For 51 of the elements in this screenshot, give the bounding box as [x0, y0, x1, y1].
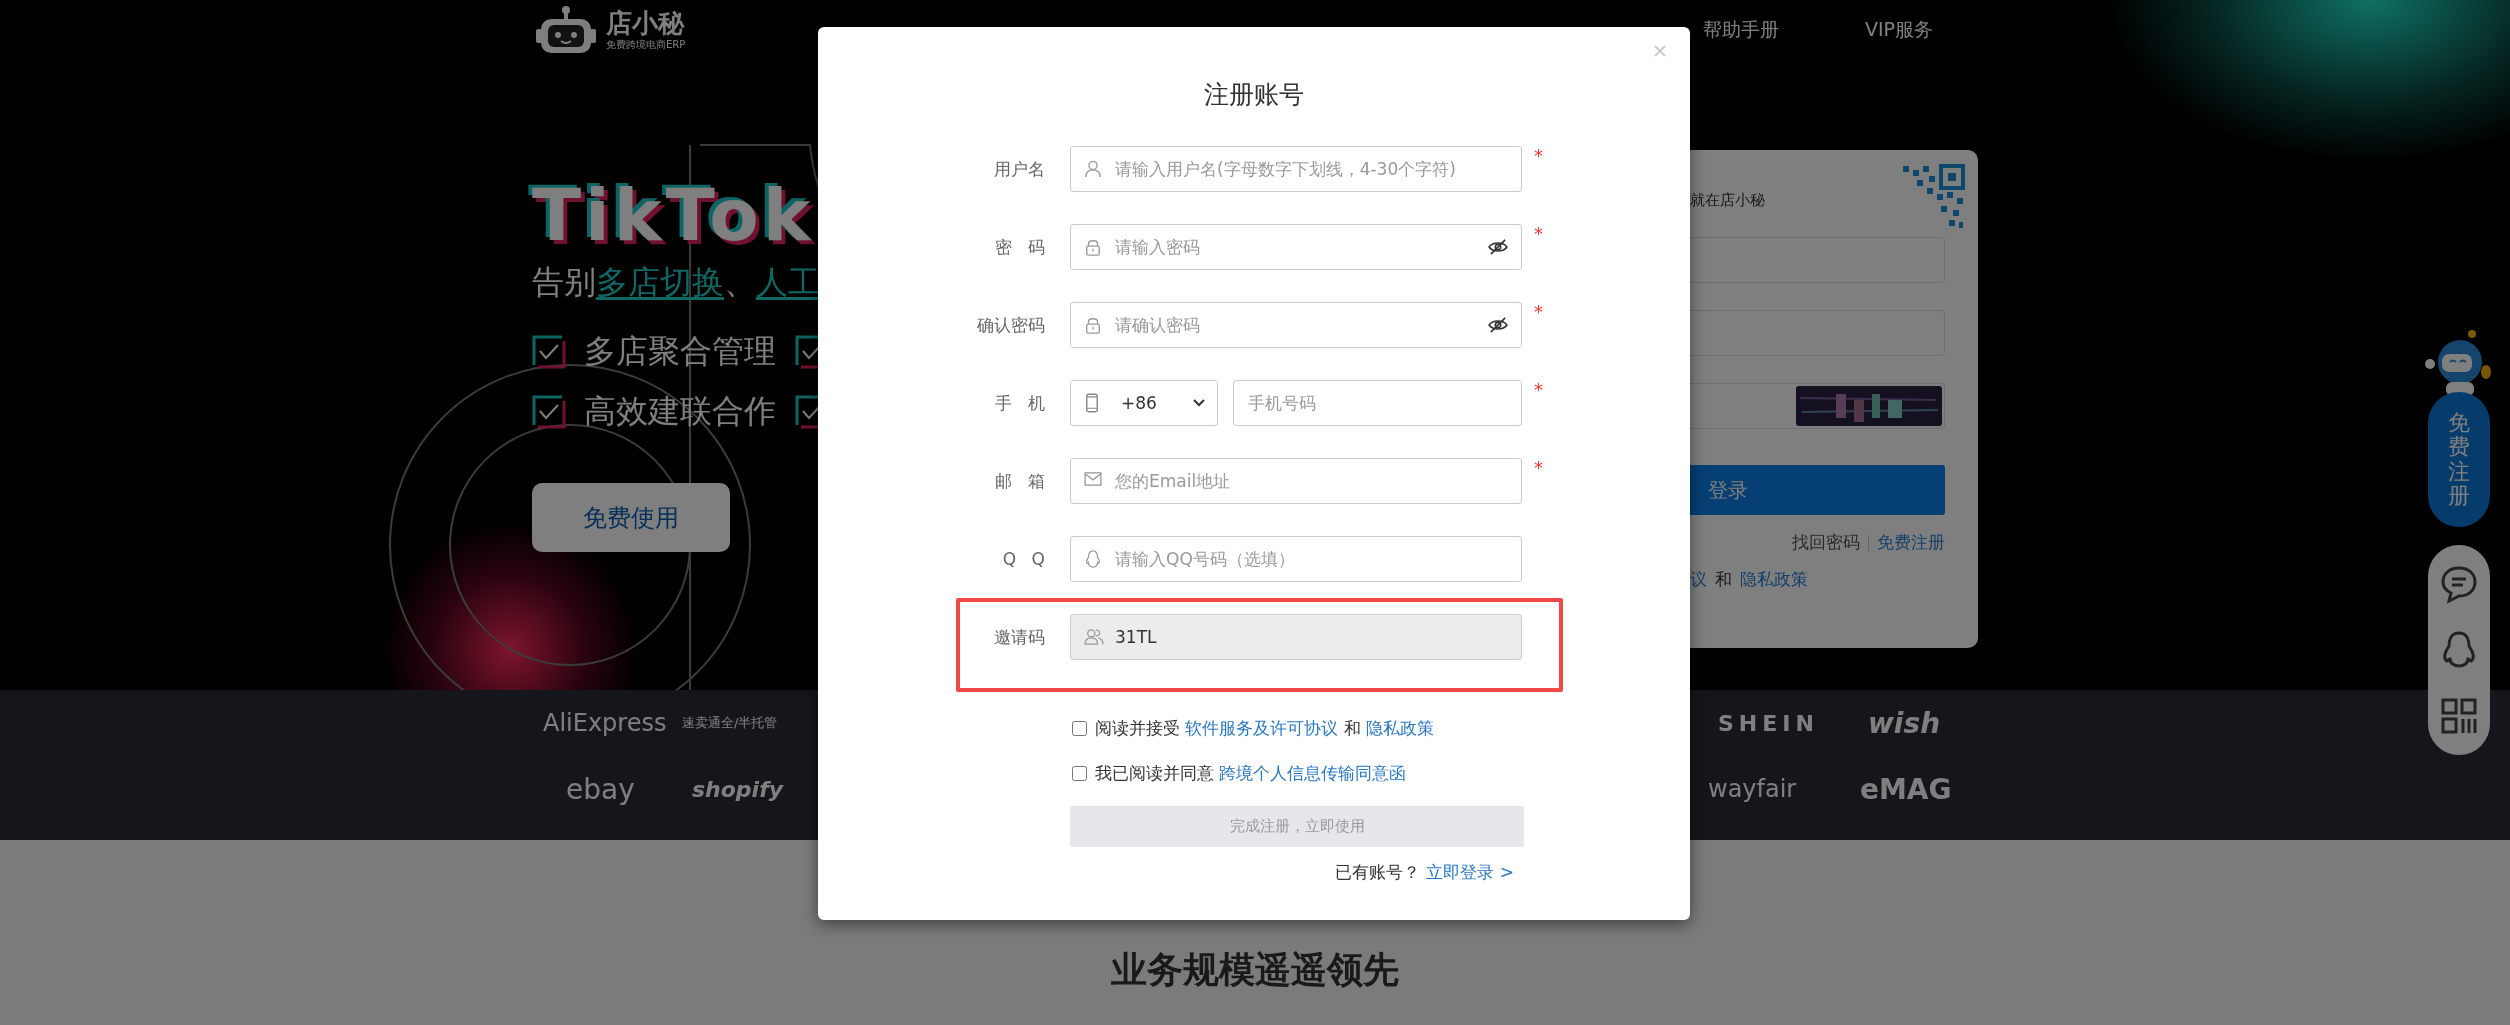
phone-number-field[interactable]: 手机号码 — [1233, 380, 1522, 426]
platform-logo: AliExpress — [543, 709, 668, 737]
password-field[interactable]: 请输入密码 — [1070, 224, 1522, 270]
platform-logo: shopify — [692, 776, 785, 802]
dialog-title: 注册账号 — [1204, 79, 1304, 111]
field-label: Q Q — [1001, 549, 1045, 569]
platform-logo: wish — [1868, 706, 1942, 740]
agreement-text: 我已阅读并同意 跨境个人信息传输同意函 — [1095, 761, 1407, 785]
platform-logo: wayfair — [1708, 775, 1798, 803]
policy-link[interactable]: 隐私政策 — [1740, 568, 1808, 591]
hero-title: TikTok — [532, 175, 816, 255]
field-label: 手 机 — [994, 391, 1045, 415]
platform-logo: SHEIN — [1718, 710, 1818, 736]
password-field[interactable]: 请确认密码 — [1070, 302, 1522, 348]
email-field[interactable]: 您的Email地址 — [1070, 458, 1522, 504]
feature-text: 高效建联合作 — [584, 391, 776, 432]
field-label: 确认密码 — [976, 313, 1045, 337]
card-link[interactable]: 免费注册 — [1877, 531, 1945, 554]
agreement-link[interactable]: 隐私政策 — [1366, 717, 1435, 738]
agreement-link[interactable]: 跨境个人信息传输同意函 — [1219, 762, 1407, 783]
agreement-link[interactable]: 软件服务及许可协议 — [1185, 717, 1339, 738]
login-prompt: 已有账号？ — [1335, 861, 1421, 884]
field-label: 邮 箱 — [994, 469, 1045, 493]
field-label: 密 码 — [994, 235, 1045, 259]
country-code-select[interactable]: +86 — [1070, 380, 1218, 426]
nav-link[interactable]: VIP服务 — [1820, 3, 1978, 57]
logo-tagline: 免费跨境电商ERP — [606, 38, 686, 52]
field-label: 用户名 — [993, 157, 1045, 181]
section-title: 业务规模遥遥领先 — [1111, 948, 1399, 992]
feature-text: 多店聚合管理 — [584, 331, 776, 372]
hero-subtitle: 告别多店切换、人工 — [532, 262, 821, 303]
free-register-button[interactable]: 免费注册 — [2428, 392, 2490, 527]
required-mark: * — [1534, 224, 1543, 244]
required-mark: * — [1534, 302, 1543, 322]
policy-link[interactable]: 议 — [1690, 568, 1707, 591]
free-trial-button[interactable]: 免费使用 — [532, 483, 730, 552]
platform-logo: 速卖通全/半托管 — [682, 714, 779, 732]
required-mark: * — [1534, 458, 1543, 478]
slogan-text: 就在店小秘 — [1690, 190, 1766, 210]
logo-name: 店小秘 — [606, 8, 686, 38]
field-label: 邀请码 — [993, 625, 1045, 649]
agreement-text: 阅读并接受 软件服务及许可协议 和 隐私政策 — [1095, 716, 1435, 740]
required-mark: * — [1534, 380, 1543, 400]
login-link[interactable]: 立即登录 > — [1426, 861, 1514, 884]
qq-field[interactable]: 请输入QQ号码（选填） — [1070, 536, 1522, 582]
username-field[interactable]: 请输入用户名(字母数字下划线，4-30个字符) — [1070, 146, 1522, 192]
connector-text: 和 — [1715, 568, 1732, 591]
required-mark: * — [1534, 146, 1543, 166]
platform-logo: eMAG — [1860, 772, 1953, 806]
card-link[interactable]: 找回密码 — [1792, 531, 1860, 554]
platform-logo: ebay — [566, 772, 636, 806]
